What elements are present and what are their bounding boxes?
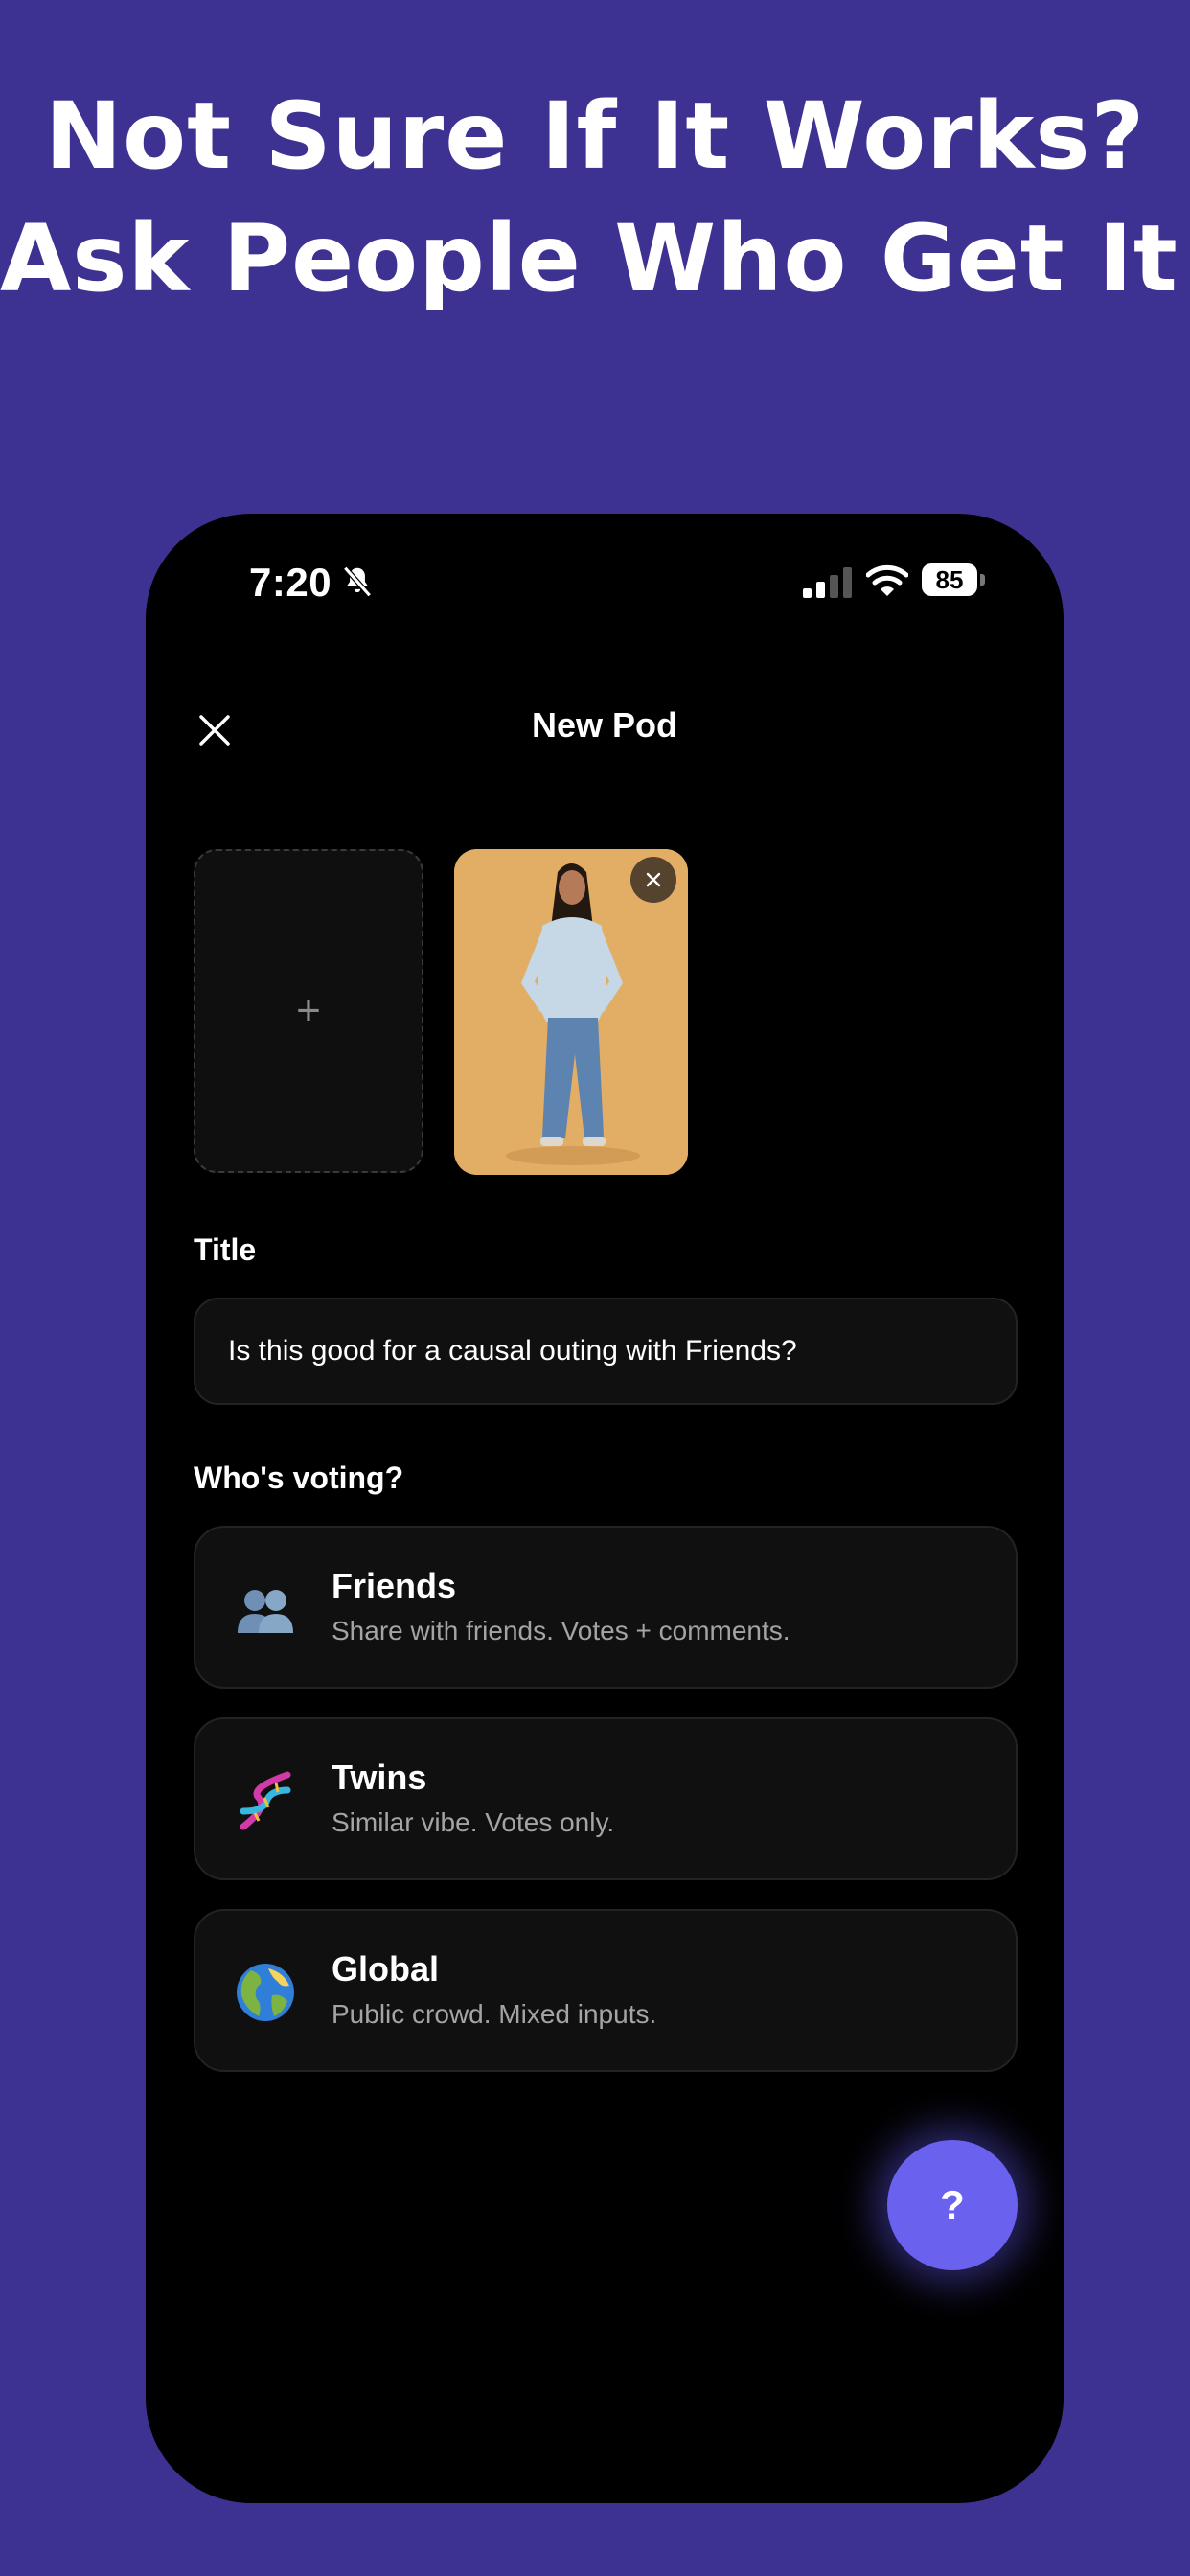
status-time: 7:20 — [249, 560, 332, 605]
phone-frame: 7:20 85 New Pod + Title Is this good for… — [146, 514, 1064, 2503]
voting-option-title: Twins — [332, 1758, 427, 1797]
voting-option-description: Public crowd. Mixed inputs. — [332, 1999, 657, 2029]
voting-option-global[interactable]: Global Public crowd. Mixed inputs. — [194, 1909, 1018, 2072]
voting-option-description: Similar vibe. Votes only. — [332, 1807, 615, 1837]
voting-option-title: Friends — [332, 1566, 457, 1605]
dna-icon — [240, 1771, 291, 1830]
cellular-signal-icon — [803, 567, 852, 598]
status-bar: 7:20 85 — [146, 514, 1064, 648]
bell-slash-icon — [343, 565, 372, 598]
promo-headline-line-2: Ask People Who Get It! — [0, 205, 1190, 312]
remove-photo-button[interactable] — [630, 857, 676, 903]
photo-thumbnail[interactable] — [454, 849, 688, 1175]
title-input[interactable] — [194, 1298, 1018, 1405]
voting-option-description: Share with friends. Votes + comments. — [332, 1616, 790, 1645]
voting-option-twins[interactable]: Twins Similar vibe. Votes only. — [194, 1717, 1018, 1880]
voting-label: Who's voting? — [194, 1460, 404, 1495]
title-label: Title — [194, 1232, 257, 1267]
add-photo-button[interactable]: + — [194, 849, 423, 1173]
promo-headline: Not Sure If It Works? Ask People Who Get… — [0, 75, 1190, 320]
help-button[interactable]: ? — [887, 2140, 1018, 2270]
battery-indicator: 85 — [922, 564, 977, 596]
promo-headline-line-1: Not Sure If It Works? — [44, 82, 1146, 190]
close-icon — [646, 872, 661, 887]
voting-option-title: Global — [332, 1949, 440, 1989]
plus-icon: + — [296, 987, 321, 1034]
busts-in-silhouette-icon — [238, 1590, 293, 1633]
battery-tip — [980, 574, 985, 586]
wifi-icon — [866, 564, 908, 596]
voting-option-friends[interactable]: Friends Share with friends. Votes + comm… — [194, 1526, 1018, 1689]
globe-icon — [237, 1964, 294, 2021]
page-title: New Pod — [531, 705, 677, 745]
